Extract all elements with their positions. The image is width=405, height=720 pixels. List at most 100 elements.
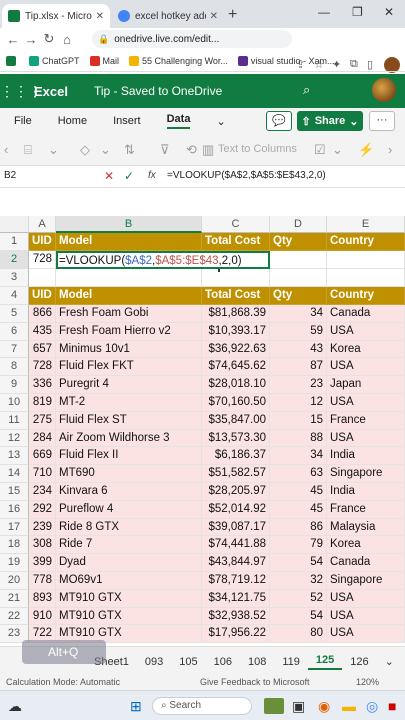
text-to-columns-icon[interactable]: ▥ (202, 142, 214, 158)
cell-c4[interactable]: Total Cost (202, 287, 270, 305)
tab-file[interactable]: File (14, 115, 32, 127)
sort-icon[interactable]: ⇅ (124, 142, 135, 158)
browser-tab[interactable]: excel hotkey add... ✕ (112, 4, 224, 28)
name-box[interactable]: B2 (4, 170, 16, 181)
cell-d4[interactable]: Qty (270, 287, 327, 305)
row-header[interactable]: 5 (0, 305, 29, 323)
table-cell[interactable]: USA (327, 394, 405, 412)
row-header[interactable]: 6 (0, 322, 29, 341)
table-cell[interactable]: USA (327, 429, 405, 448)
sheet-tab[interactable]: 119 (274, 656, 308, 668)
table-cell[interactable]: 45 (270, 483, 327, 501)
get-data-icon[interactable]: ⌸ (24, 142, 32, 158)
sheet-tab[interactable]: 126 (342, 656, 376, 668)
select-all-corner[interactable] (0, 216, 29, 233)
cell-d1[interactable]: Qty (270, 233, 327, 251)
more-options-button[interactable]: ··· (369, 111, 395, 131)
table-cell[interactable]: $6,186.37 (202, 447, 270, 466)
row-header[interactable]: 3 (0, 269, 29, 287)
close-icon[interactable]: ✕ (96, 11, 104, 22)
bookmark-visual-studio[interactable]: visual studio - Xam... (237, 55, 334, 66)
table-cell[interactable]: $36,922.63 (202, 340, 270, 359)
task-view-icon[interactable]: ▣ (292, 698, 305, 715)
cancel-icon[interactable]: ✕ (104, 169, 114, 183)
column-header-a[interactable]: A (29, 216, 56, 233)
table-cell[interactable]: Fluid Flex FKT (56, 358, 202, 377)
close-icon[interactable]: ✕ (210, 11, 218, 22)
table-cell[interactable]: 54 (270, 607, 327, 626)
bookmark-icon[interactable] (6, 55, 19, 66)
sheet-tab[interactable]: 105 (171, 656, 205, 668)
cell[interactable] (56, 269, 202, 287)
table-cell[interactable]: Malaysia (327, 518, 405, 537)
table-cell[interactable]: Ride 8 GTX (56, 518, 202, 537)
window-close-icon[interactable]: ✕ (384, 5, 394, 19)
reload-icon[interactable]: ↻ (40, 31, 58, 47)
cell-a2[interactable]: 728 (29, 251, 56, 269)
table-cell[interactable]: Fluid Flex ST (56, 411, 202, 430)
task-thumbnail-icon[interactable] (264, 698, 284, 714)
table-cell[interactable]: Singapore (327, 465, 405, 483)
document-title[interactable]: Tip - Saved to OneDrive (94, 84, 222, 98)
row-header[interactable]: 11 (0, 411, 29, 430)
table-cell[interactable]: $70,160.50 (202, 394, 270, 412)
column-header-c[interactable]: C (202, 216, 270, 233)
bookmark-mail[interactable]: Mail (89, 55, 119, 66)
table-cell[interactable]: Dyad (56, 554, 202, 572)
table-cell[interactable]: 32 (270, 572, 327, 590)
table-cell[interactable]: 63 (270, 465, 327, 483)
worksheet-grid[interactable]: A B C D E 1 UID Model Total Cost Qty Cou… (0, 216, 405, 646)
zoom-level[interactable]: 120% (356, 677, 379, 687)
chevron-down-icon[interactable]: ⌄ (216, 115, 225, 128)
cell[interactable] (327, 269, 405, 287)
cell-e2[interactable] (327, 251, 405, 269)
minimize-icon[interactable]: — (318, 5, 330, 19)
folder-icon[interactable]: ▬ (342, 698, 356, 714)
firefox-icon[interactable]: ◉ (318, 698, 330, 715)
table-cell[interactable]: India (327, 483, 405, 501)
row-header[interactable]: 13 (0, 447, 29, 466)
app-launcher-icon[interactable]: ⋮⋮⋮ (0, 83, 42, 100)
maximize-icon[interactable]: ❐ (352, 5, 363, 19)
table-cell[interactable]: 34 (270, 447, 327, 466)
table-cell[interactable]: 435 (29, 322, 56, 341)
row-header[interactable]: 18 (0, 536, 29, 555)
sheet-tab-active[interactable]: 125 (307, 654, 343, 670)
table-cell[interactable]: Fresh Foam Gobi (56, 305, 202, 323)
row-header[interactable]: 15 (0, 483, 29, 501)
table-cell[interactable]: 275 (29, 411, 56, 430)
table-cell[interactable]: Minimus 10v1 (56, 340, 202, 359)
row-header[interactable]: 10 (0, 394, 29, 412)
search-icon[interactable]: ⌕ (303, 82, 310, 98)
table-cell[interactable]: $74,645.62 (202, 358, 270, 377)
table-cell[interactable]: 79 (270, 536, 327, 555)
table-cell[interactable]: 15 (270, 411, 327, 430)
flash-fill-icon[interactable]: ⚡ (358, 142, 374, 158)
table-cell[interactable]: 910 (29, 607, 56, 626)
app-icon[interactable]: ■ (388, 698, 396, 714)
row-header[interactable]: 1 (0, 233, 29, 251)
row-header[interactable]: 19 (0, 554, 29, 572)
browser-tab-active[interactable]: Tip.xlsx - Microsoft Excel ✕ (2, 4, 110, 28)
table-cell[interactable]: Japan (327, 376, 405, 394)
table-cell[interactable]: 284 (29, 429, 56, 448)
row-header[interactable]: 2 (0, 251, 29, 269)
row-header[interactable]: 7 (0, 340, 29, 359)
table-cell[interactable]: MO69v1 (56, 572, 202, 590)
tab-insert[interactable]: Insert (113, 115, 141, 127)
table-cell[interactable]: USA (327, 589, 405, 608)
filter-icon[interactable]: ⊽ (160, 142, 170, 158)
table-cell[interactable]: 308 (29, 536, 56, 555)
cell-b4[interactable]: Model (56, 287, 202, 305)
row-header[interactable]: 21 (0, 589, 29, 608)
forward-icon[interactable]: → (22, 32, 40, 47)
table-cell[interactable]: Korea (327, 536, 405, 555)
table-cell[interactable]: 399 (29, 554, 56, 572)
url-field[interactable]: 🔒 onedrive.live.com/edit... (92, 30, 292, 48)
bookmark-chatgpt[interactable]: ChatGPT (29, 55, 80, 66)
windows-start-icon[interactable]: ⊞ (130, 698, 142, 715)
tab-home[interactable]: Home (58, 115, 87, 127)
chevron-down-icon[interactable]: ⌄ (332, 142, 343, 158)
table-cell[interactable]: $13,573.30 (202, 429, 270, 448)
home-icon[interactable]: ⌂ (58, 32, 76, 47)
